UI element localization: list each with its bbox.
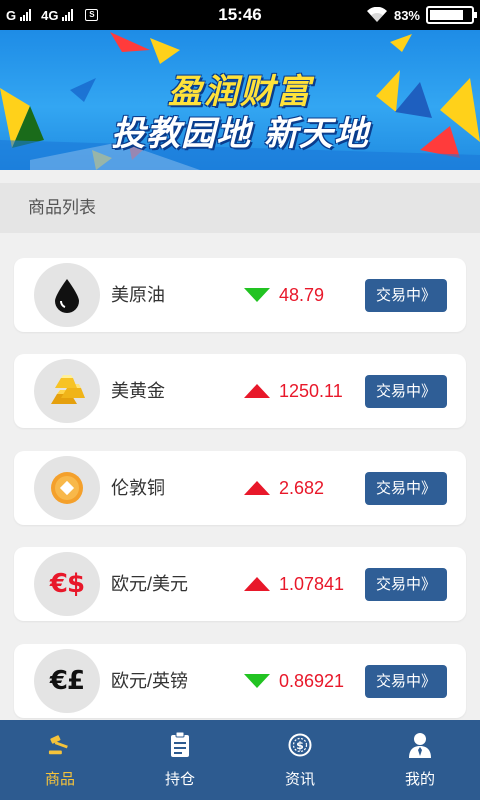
sim-icon: S (85, 9, 99, 21)
nav-label: 商品 (44, 771, 75, 788)
trend-up-icon (244, 481, 270, 495)
network-label: 4G (41, 7, 59, 23)
trade-button[interactable]: 交易中》 (365, 279, 447, 312)
battery-icon (426, 6, 477, 24)
oil-drop-icon (34, 263, 100, 327)
product-row-gold[interactable]: 美黄金 1250.11 交易中》 (14, 354, 466, 428)
section-title: 商品列表 (28, 198, 96, 217)
product-price: 48.79 (279, 285, 325, 305)
nav-item-products[interactable]: 商品 (0, 720, 120, 800)
clipboard-icon (168, 732, 192, 758)
signal-icon-2 (62, 9, 74, 21)
euro-dollar-glyph: €$ (49, 569, 85, 599)
banner-subtitle: 投教园地 新天地 (111, 114, 369, 154)
trend-down-icon (244, 674, 270, 688)
euro-pound-glyph: €£ (49, 666, 85, 696)
gold-bars-icon (34, 359, 100, 423)
user-icon (408, 732, 432, 758)
euro-dollar-icon: €$ (34, 552, 100, 616)
product-row-eur-usd[interactable]: €$ 欧元/美元 1.07841 交易中》 (14, 547, 466, 621)
euro-pound-icon: €£ (34, 649, 100, 713)
nav-item-positions[interactable]: 持仓 (120, 720, 240, 800)
product-row-crude-oil[interactable]: 美原油 48.79 交易中》 (14, 258, 466, 332)
nav-label: 资讯 (284, 771, 315, 788)
battery-percent: 83% (393, 7, 420, 23)
wifi-icon (366, 7, 387, 22)
product-name: 欧元/美元 (111, 574, 189, 594)
trend-up-icon (244, 384, 270, 398)
product-name: 美原油 (111, 285, 165, 305)
svg-text:$: $ (296, 739, 304, 752)
nav-item-mine[interactable]: 我的 (360, 720, 480, 800)
signal-icon (20, 9, 32, 21)
product-row-copper[interactable]: 伦敦铜 2.682 交易中》 (14, 451, 466, 525)
nav-item-news[interactable]: $ 资讯 (240, 720, 360, 800)
trade-button[interactable]: 交易中》 (365, 472, 447, 505)
trade-button[interactable]: 交易中》 (365, 568, 447, 601)
bottom-nav: 商品 持仓 $ 资讯 我的 (0, 720, 480, 800)
carrier-label: G (6, 7, 17, 23)
product-name: 伦敦铜 (111, 478, 165, 498)
nav-label: 我的 (404, 771, 435, 788)
trade-button[interactable]: 交易中》 (365, 665, 447, 698)
trade-button[interactable]: 交易中》 (365, 375, 447, 408)
trend-down-icon (244, 288, 270, 302)
product-price: 1250.11 (279, 381, 343, 401)
trend-up-icon (244, 577, 270, 591)
product-price: 2.682 (279, 478, 325, 498)
product-price: 1.07841 (279, 574, 345, 594)
section-header: 商品列表 (0, 183, 480, 233)
copper-coin-icon (34, 456, 100, 520)
promo-banner[interactable]: 盈润财富 投教园地 新天地 (0, 30, 480, 170)
dollar-globe-icon: $ (288, 732, 312, 758)
product-price: 0.86921 (279, 671, 345, 691)
status-bar: G 4G S 15:46 83% (0, 0, 480, 30)
product-row-eur-gbp[interactable]: €£ 欧元/英镑 0.86921 交易中》 (14, 644, 466, 718)
product-name: 美黄金 (111, 381, 165, 401)
nav-label: 持仓 (164, 771, 195, 788)
product-name: 欧元/英镑 (111, 671, 189, 691)
gavel-icon (48, 732, 72, 758)
